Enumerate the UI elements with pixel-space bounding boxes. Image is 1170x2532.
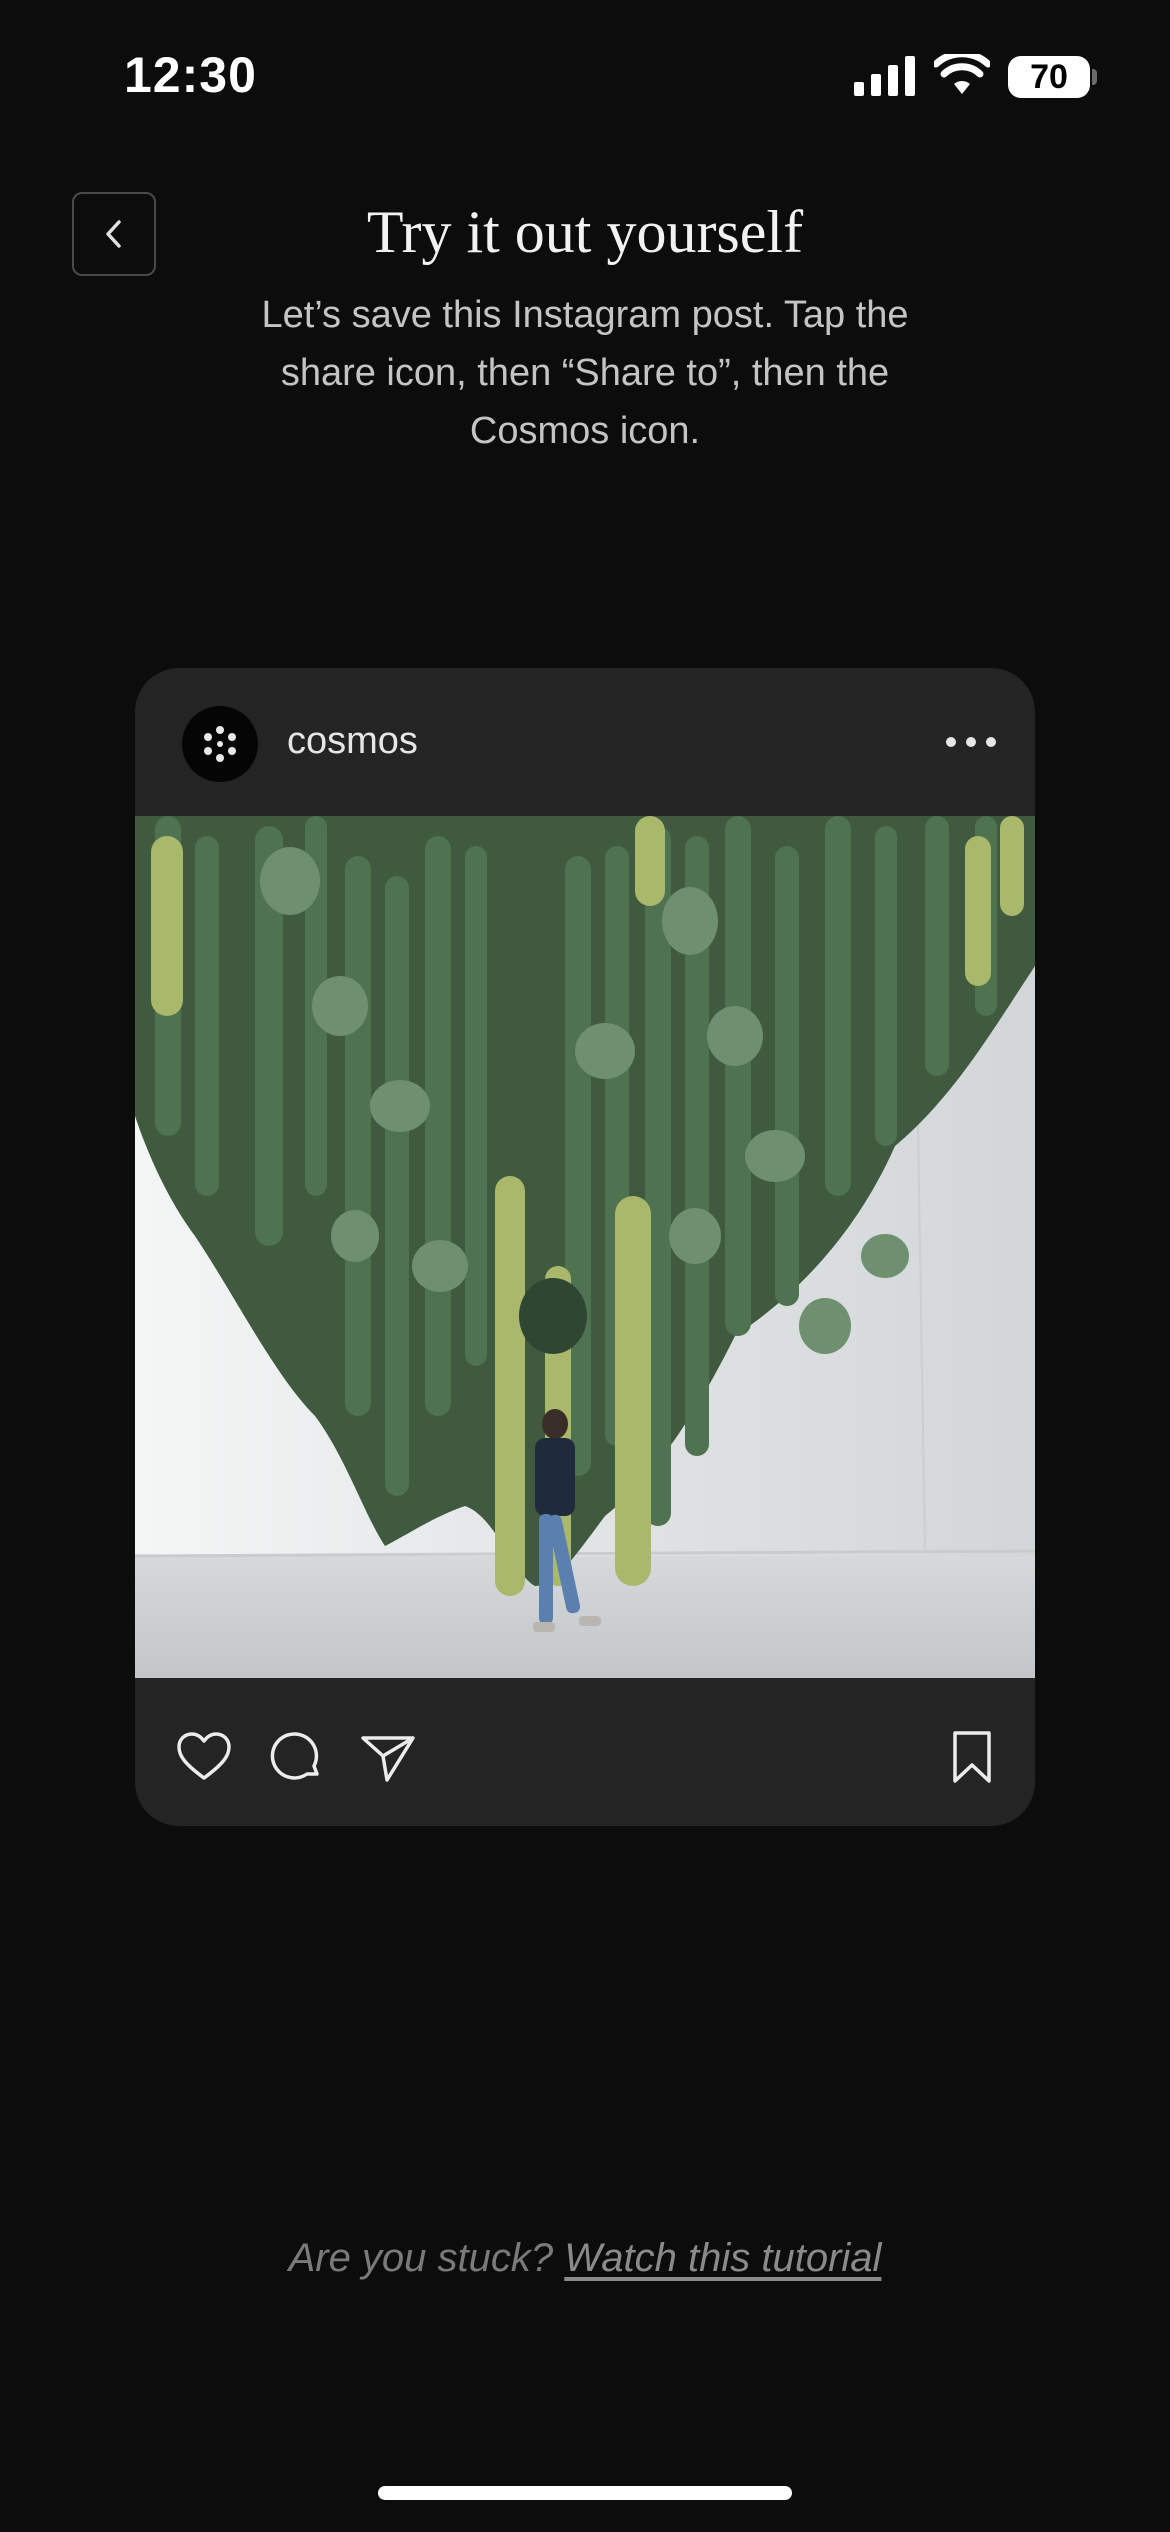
post-image (135, 816, 1035, 1678)
share-send-icon[interactable] (359, 1728, 417, 1786)
post-actions-bar (135, 1678, 1035, 1826)
page-title: Try it out yourself (366, 199, 804, 265)
status-bar: 12:30 70 (0, 0, 1170, 150)
home-indicator[interactable] (378, 2486, 792, 2500)
instagram-post-card[interactable]: cosmos (135, 668, 1035, 1826)
status-time: 12:30 (124, 47, 257, 103)
battery-icon: 70 (1008, 56, 1090, 98)
instruction-text: Let’s save this Instagram post. Tap the … (261, 294, 909, 452)
watch-tutorial-link[interactable]: Watch this tutorial (564, 2236, 881, 2280)
stuck-text: Are you stuck? (288, 2236, 554, 2280)
more-horizontal-icon[interactable] (941, 728, 1001, 756)
avatar[interactable] (182, 706, 258, 782)
post-header: cosmos (135, 668, 1035, 816)
battery-nub (1092, 69, 1097, 85)
comment-icon[interactable] (267, 1728, 325, 1786)
help-line: Are you stuck? Watch this tutorial (0, 2236, 1170, 2281)
signal-icon (854, 56, 915, 96)
heart-icon[interactable] (175, 1728, 233, 1786)
wifi-icon (934, 54, 990, 94)
post-username[interactable]: cosmos (287, 720, 418, 763)
cosmos-dots-logo (204, 726, 236, 762)
bookmark-icon[interactable] (943, 1728, 1001, 1786)
